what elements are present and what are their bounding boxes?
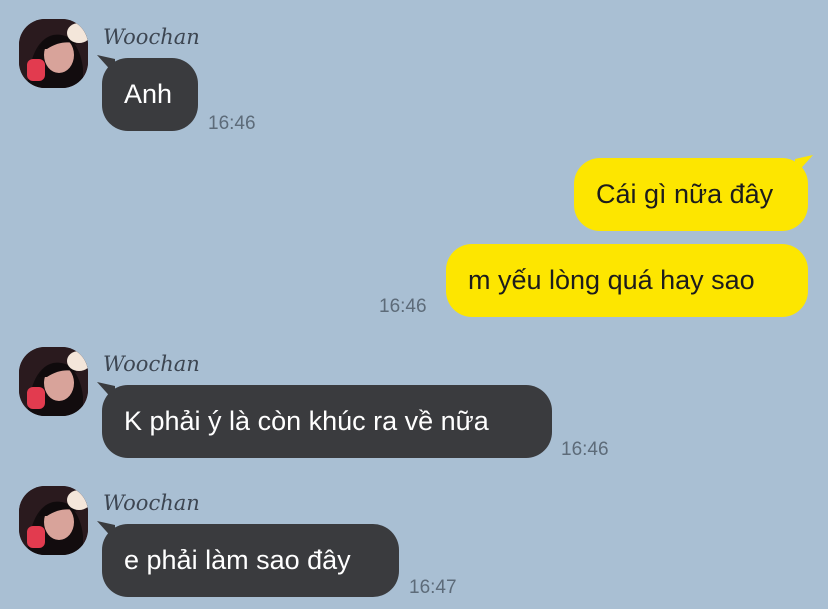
avatar-photo: [19, 19, 88, 88]
message-text: Anh: [124, 79, 173, 109]
bubble-tail: [97, 521, 115, 541]
avatar[interactable]: [19, 486, 88, 555]
bubble-tail: [795, 155, 813, 175]
message-text: Cái gì nữa đây: [596, 179, 774, 209]
message-text: m yếu lòng quá hay sao: [468, 265, 755, 295]
message-bubble-outgoing[interactable]: Cái gì nữa đây: [574, 155, 813, 231]
avatar[interactable]: [19, 19, 88, 88]
message-timestamp: 16:46: [208, 113, 256, 134]
message-text: e phải làm sao đây: [124, 545, 351, 575]
avatar[interactable]: [19, 347, 88, 416]
message-timestamp: 16:46: [561, 439, 609, 460]
sender-name: Woochan: [103, 491, 200, 515]
chat-thread: Woochan Anh 16:46 Cái gì nữa đây m yếu l…: [0, 0, 828, 609]
bubble-tail: [97, 382, 115, 402]
sender-name: Woochan: [103, 352, 200, 376]
message-timestamp: 16:47: [409, 577, 457, 598]
sender-name: Woochan: [103, 25, 200, 49]
avatar-photo: [19, 347, 88, 416]
message-bubble-incoming[interactable]: e phải làm sao đây: [97, 521, 399, 597]
bubble-tail: [97, 55, 115, 75]
message-timestamp: 16:46: [379, 296, 427, 317]
message-bubble-outgoing[interactable]: m yếu lòng quá hay sao: [446, 244, 808, 317]
message-bubble-incoming[interactable]: K phải ý là còn khúc ra về nữa: [97, 382, 552, 458]
avatar-photo: [19, 486, 88, 555]
message-bubble-incoming[interactable]: Anh: [97, 55, 198, 131]
message-text: K phải ý là còn khúc ra về nữa: [124, 406, 489, 436]
